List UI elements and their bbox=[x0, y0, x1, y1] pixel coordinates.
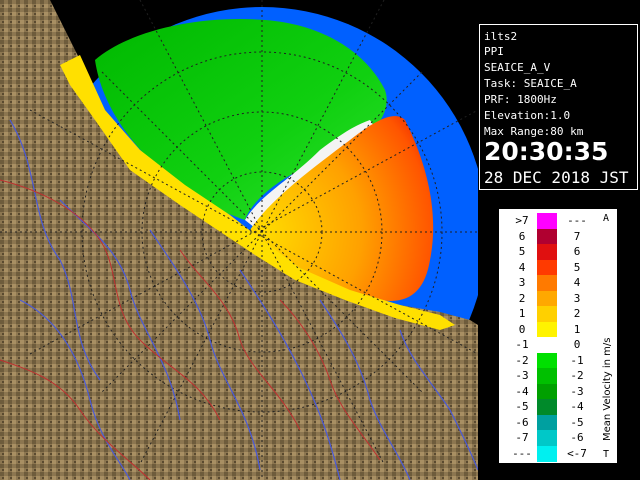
legend-row: --- <-7 bbox=[499, 445, 617, 462]
legend-upper-bound: 7 bbox=[573, 229, 581, 243]
legend-color-swatch bbox=[537, 337, 557, 353]
legend-upper-bound: -3 bbox=[570, 384, 584, 398]
legend-color-swatch bbox=[537, 244, 557, 260]
legend-row: -1 0 bbox=[499, 337, 617, 353]
legend-lower-bound: 6 bbox=[518, 229, 526, 243]
legend-lower-bound: 0 bbox=[518, 322, 526, 336]
velocity-legend: >7 --- 6 7 5 6 4 5 3 4 2 3 1 2 0 1 -1 0 -2 -1 -3 -2 -4 -3 -5 -4 -6… bbox=[498, 208, 618, 464]
legend-lower-bound: -3 bbox=[515, 369, 529, 382]
site-name: ilts2 bbox=[484, 30, 518, 43]
legend-row: -4 -3 bbox=[499, 383, 617, 400]
legend-color-swatch bbox=[537, 445, 557, 462]
legend-color-swatch bbox=[537, 352, 557, 369]
legend-row: -3 -2 bbox=[499, 368, 617, 384]
legend-color-swatch bbox=[537, 290, 557, 307]
legend-lower-bound: -2 bbox=[515, 353, 529, 367]
task-name: Task: SEAICE_A bbox=[484, 77, 577, 90]
legend-upper-bound: 4 bbox=[573, 276, 581, 289]
legend-color-swatch bbox=[537, 259, 557, 276]
product-type: PPI bbox=[484, 45, 504, 58]
legend-upper-bound: -4 bbox=[570, 400, 584, 413]
legend-color-swatch bbox=[537, 414, 557, 431]
task-id: SEAICE_A_V bbox=[484, 61, 551, 74]
legend-corner-top: A bbox=[603, 213, 610, 224]
legend-color-swatch bbox=[537, 306, 557, 322]
legend-upper-bound: <-7 bbox=[567, 446, 587, 460]
legend-upper-bound: -6 bbox=[570, 431, 584, 444]
legend-upper-bound: 0 bbox=[573, 338, 581, 351]
legend-upper-bound: --- bbox=[567, 214, 587, 227]
legend-upper-bound: 3 bbox=[573, 291, 581, 305]
elevation-value: Elevation:1.0 bbox=[484, 109, 571, 122]
legend-title: Mean Velocity in m/s bbox=[602, 337, 613, 441]
legend-row: 56 bbox=[499, 244, 617, 260]
legend-color-swatch bbox=[537, 275, 557, 291]
prf-value: PRF: 1800Hz bbox=[484, 93, 557, 106]
legend-lower-bound: -7 bbox=[515, 431, 529, 444]
legend-lower-bound: 1 bbox=[518, 307, 526, 320]
legend-row: 01 bbox=[499, 321, 617, 338]
legend-row: -6 -5 bbox=[499, 414, 617, 431]
legend-lower-bound: >7 bbox=[515, 214, 529, 227]
legend-upper-bound: -5 bbox=[570, 415, 584, 429]
legend-lower-bound: -1 bbox=[515, 338, 529, 351]
legend-lower-bound: -4 bbox=[515, 384, 529, 398]
legend-row: -7 -6 bbox=[499, 430, 617, 446]
legend-color-swatch bbox=[537, 228, 557, 245]
legend-color-swatch bbox=[537, 399, 557, 415]
legend-color-swatch bbox=[537, 383, 557, 400]
legend-lower-bound: 4 bbox=[518, 260, 526, 274]
scan-time: 20:30:35 bbox=[484, 137, 609, 166]
legend-row: 67 bbox=[499, 228, 617, 245]
legend-lower-bound: --- bbox=[512, 446, 532, 460]
legend-row: 45 bbox=[499, 259, 617, 276]
legend-corner-bottom: T bbox=[603, 449, 610, 460]
legend-row: >7 --- bbox=[499, 213, 617, 229]
legend-upper-bound: -1 bbox=[570, 353, 584, 367]
legend-lower-bound: 2 bbox=[518, 291, 526, 305]
legend-lower-bound: 3 bbox=[518, 276, 526, 289]
legend-color-swatch bbox=[537, 321, 557, 338]
legend-lower-bound: -5 bbox=[515, 400, 529, 413]
radar-info-panel: ilts2 PPI SEAICE_A_V Task: SEAICE_A PRF:… bbox=[479, 24, 638, 190]
legend-upper-bound: 5 bbox=[573, 260, 581, 274]
legend-upper-bound: 1 bbox=[573, 322, 581, 336]
legend-color-swatch bbox=[537, 213, 557, 229]
legend-upper-bound: 6 bbox=[573, 245, 581, 258]
legend-lower-bound: 5 bbox=[518, 245, 526, 258]
legend-upper-bound: -2 bbox=[570, 369, 584, 382]
legend-row: 12 bbox=[499, 306, 617, 322]
legend-row: 34 bbox=[499, 275, 617, 291]
legend-color-swatch bbox=[537, 430, 557, 446]
legend-lower-bound: -6 bbox=[515, 415, 529, 429]
legend-color-swatch bbox=[537, 368, 557, 384]
legend-upper-bound: 2 bbox=[573, 307, 581, 320]
legend-row: -5 -4 bbox=[499, 399, 617, 415]
legend-row: -2 -1 bbox=[499, 352, 617, 369]
scan-date: 28 DEC 2018 JST bbox=[484, 168, 629, 187]
radar-ppi-display bbox=[0, 0, 478, 480]
legend-row: 23 bbox=[499, 290, 617, 307]
